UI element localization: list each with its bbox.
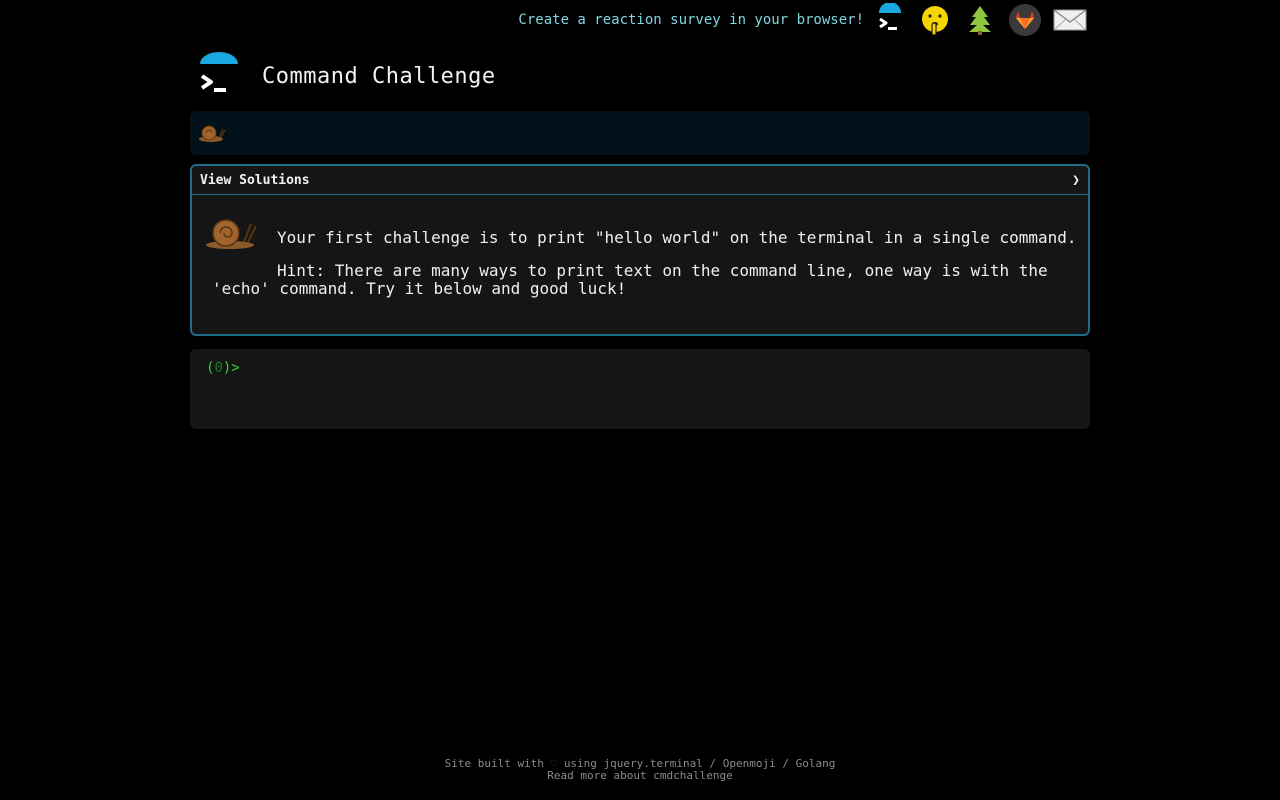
gitlab-icon[interactable]: [1005, 2, 1045, 38]
snail-icon: [204, 216, 258, 254]
terminal-prompt[interactable]: (0)>: [206, 360, 240, 376]
footer-built-with: Site built with: [444, 757, 544, 770]
envelope-icon[interactable]: [1050, 2, 1090, 38]
page-header: Command Challenge: [194, 48, 496, 104]
command-challenge-logo-icon[interactable]: [194, 52, 246, 100]
challenge-panel: View Solutions ❯ Your first challenge is…: [190, 164, 1090, 336]
page-title: Command Challenge: [262, 63, 496, 89]
terminal[interactable]: (0)>: [190, 349, 1090, 429]
reaction-survey-link[interactable]: Create a reaction survey in your browser…: [518, 12, 864, 28]
footer-separator: /: [782, 757, 790, 770]
challenge-hint: Hint: There are many ways to print text …: [212, 261, 1048, 298]
top-bar: Create a reaction survey in your browser…: [0, 0, 1280, 42]
footer: Site built with ♡ using jquery.terminal …: [0, 758, 1280, 782]
terminal-logo-icon[interactable]: [870, 2, 910, 38]
tree-icon[interactable]: [960, 2, 1000, 38]
status-bar: [190, 111, 1090, 155]
top-icons: [870, 2, 1095, 38]
chevron-right-icon: ❯: [1072, 172, 1080, 188]
shushing-face-icon[interactable]: [915, 2, 955, 38]
read-more-link[interactable]: Read more about cmdchallenge: [547, 769, 732, 782]
view-solutions-label: View Solutions: [200, 172, 310, 188]
challenge-description: Your first challenge is to print "hello …: [277, 228, 1077, 247]
golang-link[interactable]: Golang: [796, 757, 836, 770]
prompt-close: )>: [222, 360, 240, 376]
snail-icon: [198, 123, 226, 147]
view-solutions-toggle[interactable]: View Solutions ❯: [192, 166, 1088, 195]
prompt-count: 0: [214, 360, 223, 376]
